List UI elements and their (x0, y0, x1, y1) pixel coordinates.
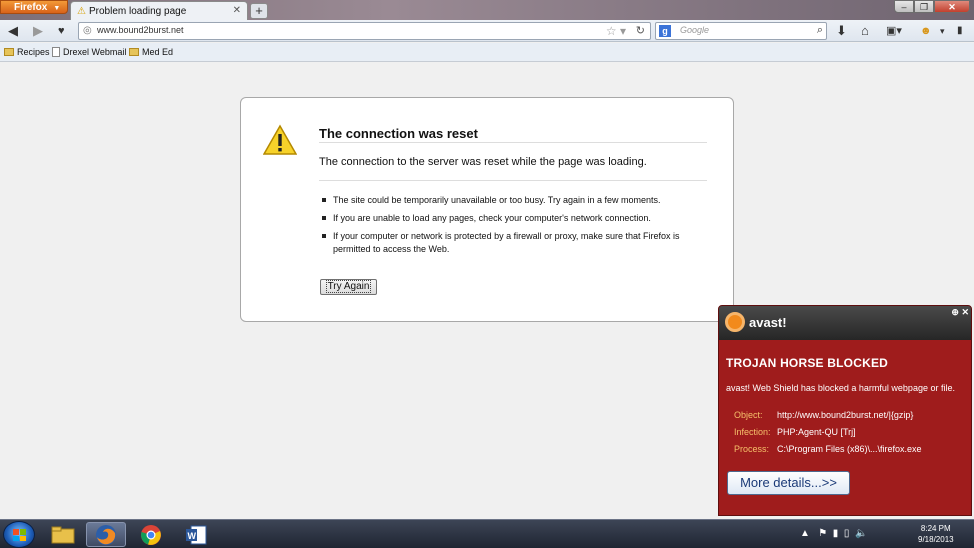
detail-row-infection: Infection: PHP:Agent-QU [Trj] (734, 427, 856, 437)
window-controls: – ❐ ✕ (894, 0, 970, 13)
list-item: If your computer or network is protected… (321, 230, 701, 256)
detail-key: Object: (734, 410, 763, 420)
threat-message: avast! Web Shield has blocked a harmful … (726, 383, 955, 393)
signal-icon: ▮ (957, 25, 963, 36)
show-hidden-icons[interactable]: ▲ (800, 528, 810, 539)
maximize-button[interactable]: ❐ (914, 0, 934, 13)
pin-icon[interactable]: ⊕ (951, 307, 959, 317)
home-icon[interactable]: ⌂ (861, 23, 869, 39)
clock-time: 8:24 PM (920, 524, 951, 533)
taskbar-chrome[interactable] (131, 522, 171, 547)
close-icon[interactable]: ✕ (961, 307, 969, 317)
url-text: www.bound2burst.net (97, 25, 184, 35)
avast-header: avast! ⊕ ✕ (719, 306, 971, 340)
overflow-icon[interactable]: ▾ (940, 23, 945, 39)
folder-icon (4, 48, 14, 56)
error-panel: The connection was reset The connection … (240, 97, 734, 322)
chrome-icon (141, 524, 161, 545)
search-input[interactable]: g Google ⌕ (655, 22, 827, 40)
avast-logo: avast! (725, 312, 787, 332)
history-icon[interactable]: ♥ (58, 23, 65, 39)
search-placeholder: Google (680, 25, 710, 35)
bookmark-label: Med Ed (142, 47, 174, 57)
divider (319, 180, 707, 181)
list-item: If you are unable to load any pages, che… (321, 212, 701, 225)
firefox-icon (96, 524, 116, 545)
detail-key: Process: (734, 444, 770, 454)
reload-icon[interactable]: ↻ (636, 24, 645, 37)
navigation-toolbar: ◀ ▶ ♥ ◎ www.bound2burst.net ☆ ▾ ↻ g Goog… (0, 20, 974, 42)
close-window-button[interactable]: ✕ (934, 0, 970, 13)
divider (319, 142, 707, 143)
toolbar-menu-icon[interactable]: ▣▾ (886, 23, 902, 39)
bookmarks-toolbar: Recipes Drexel Webmail Med Ed (0, 43, 974, 62)
folder-icon (51, 526, 75, 543)
page-icon (52, 47, 60, 57)
list-item: The site could be temporarily unavailabl… (321, 194, 701, 207)
bookmark-label: Drexel Webmail (63, 47, 127, 57)
svg-text:W: W (188, 531, 197, 541)
error-title: The connection was reset (319, 126, 478, 141)
taskbar-firefox[interactable] (86, 522, 126, 547)
detail-key: Infection: (734, 427, 771, 437)
error-description: The connection to the server was reset w… (319, 156, 647, 168)
detail-row-object: Object: http://www.bound2burst.net/|{gzip… (734, 410, 913, 420)
taskbar-explorer[interactable] (43, 522, 83, 547)
bookmark-med-ed[interactable]: Med Ed (129, 47, 173, 57)
chevron-down-icon: ▼ (53, 5, 61, 12)
popup-controls: ⊕ ✕ (951, 307, 969, 318)
tab-problem-loading[interactable]: ⚠ Problem loading page ✕ (70, 1, 248, 20)
volume-icon[interactable]: 🔈 (855, 528, 867, 539)
tab-close-icon[interactable]: ✕ (233, 5, 241, 16)
try-again-button[interactable]: Try Again (320, 279, 377, 295)
url-bar[interactable]: ◎ www.bound2burst.net ☆ ▾ ↻ (78, 22, 651, 40)
try-again-label: Try Again (325, 280, 372, 293)
folder-icon (129, 48, 139, 56)
warning-icon: ⚠ (77, 6, 86, 17)
firefox-menu-label: Firefox (14, 2, 48, 13)
threat-heading: TROJAN HORSE BLOCKED (726, 356, 889, 370)
google-icon: g (659, 25, 671, 37)
battery-icon[interactable]: ▯ (844, 528, 850, 539)
more-details-button[interactable]: More details...>> (727, 471, 850, 495)
new-tab-button[interactable]: + (250, 3, 268, 19)
windows-logo-icon (13, 529, 26, 541)
title-bar: Firefox ▼ ⚠ Problem loading page ✕ + – ❐ ✕ (0, 0, 974, 20)
firefox-menu-button[interactable]: Firefox ▼ (0, 0, 68, 14)
detail-row-process: Process: C:\Program Files (x86)\...\firef… (734, 444, 922, 454)
addon-icon[interactable]: ☻ (920, 23, 932, 39)
detail-value: C:\Program Files (x86)\...\firefox.exe (777, 444, 922, 454)
avast-orb-icon (725, 312, 745, 332)
taskbar-clock[interactable]: 8:24 PM 9/18/2013 (918, 523, 954, 545)
bookmark-star-icon[interactable]: ☆ ▾ (606, 24, 626, 38)
clock-date: 9/18/2013 (918, 535, 954, 544)
bookmark-label: Recipes (17, 47, 50, 57)
download-icon[interactable]: ⬇ (836, 23, 847, 39)
tab-title: Problem loading page (88, 6, 187, 17)
avast-brand: avast! (749, 314, 787, 330)
bookmark-drexel-webmail[interactable]: Drexel Webmail (52, 47, 126, 57)
warning-triangle-icon (263, 124, 297, 155)
action-center-icon[interactable]: ⚑ (818, 528, 827, 539)
avast-alert-popup: avast! ⊕ ✕ TROJAN HORSE BLOCKED avast! W… (718, 305, 972, 516)
bookmark-recipes[interactable]: Recipes (4, 47, 50, 57)
start-button[interactable] (3, 521, 35, 548)
search-icon[interactable]: ⌕ (817, 24, 823, 37)
detail-value: http://www.bound2burst.net/|{gzip} (777, 410, 914, 420)
word-icon: W (186, 525, 207, 544)
taskbar-word[interactable]: W (176, 522, 216, 547)
forward-arrow-icon[interactable]: ▶ (33, 23, 43, 39)
taskbar: W ▲ ⚑ ▮ ▯ 🔈 8:24 PM 9/18/2013 (0, 519, 974, 548)
minimize-button[interactable]: – (894, 0, 914, 13)
error-suggestions: The site could be temporarily unavailabl… (321, 194, 701, 261)
back-arrow-icon[interactable]: ◀ (8, 23, 18, 39)
globe-icon: ◎ (83, 25, 92, 36)
network-icon[interactable]: ▮ (833, 528, 839, 539)
detail-value: PHP:Agent-QU [Trj] (777, 427, 856, 437)
